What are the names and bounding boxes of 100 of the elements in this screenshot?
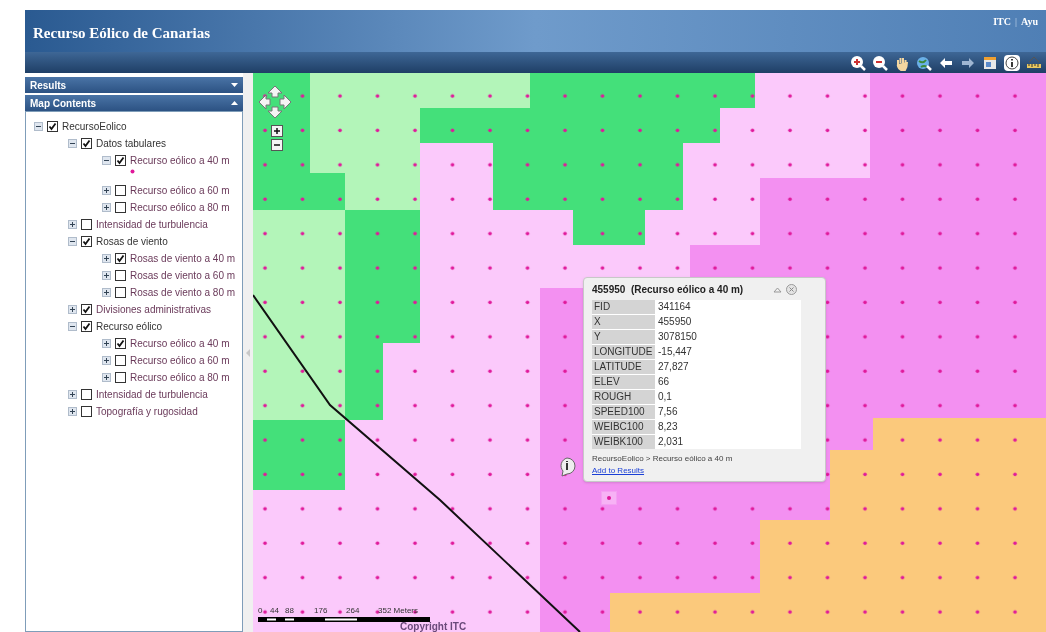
checkbox[interactable] (115, 287, 126, 298)
legend-dot-icon (130, 169, 135, 174)
checkbox[interactable] (81, 138, 92, 149)
field-value-cell-text: -15,447 (657, 345, 693, 359)
header-link[interactable]: Ayu (1020, 14, 1038, 29)
checkbox[interactable] (81, 406, 92, 417)
collapse-icon[interactable] (68, 237, 77, 246)
scale-label: 0 (258, 606, 263, 616)
layer-label[interactable]: Divisiones administrativas (96, 302, 212, 317)
expand-icon[interactable] (102, 203, 111, 212)
field-value-cell-text: 0,1 (657, 390, 673, 404)
checkbox[interactable] (115, 338, 126, 349)
checkbox[interactable] (81, 389, 92, 400)
expand-icon[interactable] (68, 390, 77, 399)
field-value-cell-text: 66 (657, 375, 671, 389)
layer-label[interactable]: Datos tabulares (96, 136, 167, 151)
collapse-icon[interactable] (102, 156, 111, 165)
field-name-cell: ELEV (592, 375, 655, 389)
field-name-cell: LONGITUDE (592, 345, 655, 359)
add-to-results-link[interactable]: Add to Results (592, 465, 645, 477)
close-icon[interactable] (786, 284, 797, 295)
checkbox[interactable] (81, 321, 92, 332)
field-name-cell: WEIBK100 (592, 435, 655, 449)
header-link[interactable]: ITC (993, 14, 1011, 29)
pan-control-icon[interactable] (258, 85, 292, 119)
checkbox[interactable] (115, 372, 126, 383)
expand-icon[interactable] (102, 288, 111, 297)
scale-label: 88 (285, 606, 294, 616)
collapse-icon[interactable] (34, 122, 43, 131)
expand-icon[interactable] (102, 271, 111, 280)
layer-path: RecursoEolico > Recurso eólico a 40 m (592, 453, 734, 465)
layer-label[interactable]: Topografía y rugosidad (96, 404, 198, 419)
layer-label[interactable]: Intensidad de turbulencia (96, 387, 208, 402)
info-icon[interactable] (1004, 54, 1020, 71)
checkbox[interactable] (47, 121, 58, 132)
zoom-in-button[interactable] (271, 125, 283, 137)
field-value-cell-text: 2,031 (657, 435, 685, 449)
checkbox[interactable] (81, 304, 92, 315)
layer-label[interactable]: Recurso eólico a 60 m (130, 353, 230, 368)
field-name-cell: Y (592, 330, 655, 344)
field-name-cell: X (592, 315, 655, 329)
field-value-cell-text: 3078150 (657, 330, 698, 344)
expand-icon[interactable] (68, 407, 77, 416)
field-name-cell: SPEED100 (592, 405, 655, 419)
expand-icon[interactable] (102, 339, 111, 348)
layer-label[interactable]: Recurso eólico a 60 m (130, 183, 230, 198)
separator-text: | (1014, 15, 1017, 29)
globe-icon[interactable] (916, 54, 932, 71)
info-marker-icon[interactable] (558, 457, 576, 477)
zoom-out-button[interactable] (271, 139, 283, 151)
scale-label: 44 (270, 606, 279, 616)
checkbox[interactable] (115, 155, 126, 166)
field-name-cell: ROUGH (592, 390, 655, 404)
scale-label: 176 (314, 606, 328, 616)
popup-title: 455950 (Recurso eólico a 40 m) (592, 283, 744, 297)
checkbox[interactable] (81, 236, 92, 247)
checkbox[interactable] (115, 185, 126, 196)
field-name-cell: LATITUDE (592, 360, 655, 374)
checkbox[interactable] (115, 270, 126, 281)
checkbox[interactable] (115, 253, 126, 264)
scale-label: 352 Meters (378, 606, 419, 616)
field-name-cell: WEIBC100 (592, 420, 655, 434)
layer-label[interactable]: Recurso eólico a 80 m (130, 370, 230, 385)
layer-label[interactable]: Rosas de viento a 40 m (130, 251, 236, 266)
checkbox[interactable] (81, 219, 92, 230)
layer-label[interactable]: Recurso eólico a 40 m (130, 153, 230, 168)
field-value-cell-text: 341164 (657, 300, 692, 314)
layer-label[interactable]: Rosas de viento (96, 234, 168, 249)
panel-header[interactable]: Results (25, 77, 243, 93)
layer-label[interactable]: Recurso eólico a 80 m (130, 200, 230, 215)
expand-icon[interactable] (102, 356, 111, 365)
field-name-cell: FID (592, 300, 655, 314)
zoom-in-icon[interactable] (850, 54, 866, 71)
field-value-cell-text: 455950 (657, 315, 693, 329)
layer-label[interactable]: Recurso eólico a 40 m (130, 336, 230, 351)
expand-icon[interactable] (68, 305, 77, 314)
expand-icon[interactable] (68, 220, 77, 229)
zoom-out-icon[interactable] (872, 54, 888, 71)
checkbox[interactable] (115, 202, 126, 213)
collapse-icon[interactable] (68, 322, 77, 331)
scale-label: 264 (346, 606, 360, 616)
selected-point-icon (601, 491, 617, 505)
app-title: Recurso Eólico de Canarias (33, 23, 211, 43)
expand-icon[interactable] (102, 186, 111, 195)
field-value-cell-text: 8,23 (657, 420, 679, 434)
collapse-icon[interactable] (68, 139, 77, 148)
expand-icon[interactable] (102, 373, 111, 382)
layer-label[interactable]: Rosas de viento a 60 m (130, 268, 236, 283)
field-value-cell-text: 27,827 (657, 360, 690, 374)
layer-label[interactable]: Rosas de viento a 80 m (130, 285, 236, 300)
checkbox[interactable] (115, 355, 126, 366)
layer-label[interactable]: RecursoEolico (62, 119, 127, 134)
ruler-icon[interactable] (1026, 54, 1042, 71)
panel-header[interactable]: Map Contents (25, 95, 243, 111)
expand-icon[interactable] (102, 254, 111, 263)
field-value-cell-text: 7,56 (657, 405, 679, 419)
layer-label[interactable]: Recurso eólico (96, 319, 163, 334)
copyright-text: Copyright ITC (400, 620, 467, 632)
document-icon[interactable] (982, 54, 998, 71)
layer-label[interactable]: Intensidad de turbulencia (96, 217, 208, 232)
